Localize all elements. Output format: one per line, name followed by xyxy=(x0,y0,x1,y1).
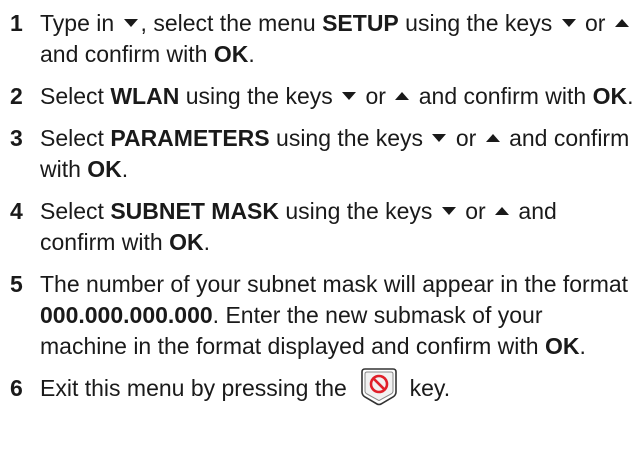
key-term: 000.000.000.000 xyxy=(40,302,213,328)
step-text-run: or xyxy=(578,10,612,36)
key-term: OK xyxy=(87,156,122,182)
step-item: 5 The number of your subnet mask will app… xyxy=(0,269,638,362)
step-text-run: Type in xyxy=(40,10,121,36)
step-text: Select PARAMETERS using the keys or and … xyxy=(40,125,629,182)
step-text-run: . xyxy=(579,333,586,359)
step-item: 1 Type in , select the menu SETUP using t… xyxy=(0,8,638,70)
up-arrow-icon xyxy=(614,18,629,27)
down-arrow-icon xyxy=(441,206,456,215)
key-term: OK xyxy=(544,333,580,359)
step-text-run: . xyxy=(203,229,210,255)
step-text-run: using the keys xyxy=(269,125,430,151)
step-text-run: using the keys xyxy=(398,10,559,36)
step-number: 2 xyxy=(10,83,23,109)
step-item: 4 Select SUBNET MASK using the keys or an… xyxy=(0,196,638,258)
step-number: 3 xyxy=(10,125,23,151)
step-text-run: using the keys xyxy=(179,83,340,109)
step-text-run: . xyxy=(121,156,129,182)
key-term: OK xyxy=(169,229,204,255)
step-text-run: using the keys xyxy=(279,198,439,224)
step-text-run: Select xyxy=(40,125,111,151)
step-text-run: or xyxy=(458,198,493,224)
step-number: 6 xyxy=(10,375,23,401)
step-text: Type in , select the menu SETUP using th… xyxy=(40,10,632,67)
down-arrow-icon xyxy=(342,91,357,100)
up-arrow-icon xyxy=(495,206,510,215)
step-text-run: or xyxy=(359,83,393,109)
step-item: 6 Exit this menu by pressing the key. xyxy=(0,368,638,406)
step-number: 4 xyxy=(10,198,23,224)
up-arrow-icon xyxy=(485,133,500,142)
down-arrow-icon xyxy=(432,133,447,142)
step-text: Exit this menu by pressing the key. xyxy=(40,368,451,406)
stop-key-icon xyxy=(359,366,399,406)
step-text: The number of your subnet mask will appe… xyxy=(40,271,628,359)
step-text-run: Select xyxy=(40,198,111,224)
down-arrow-icon xyxy=(123,18,138,27)
key-term: SETUP xyxy=(322,10,399,36)
step-text-run: , select the menu xyxy=(140,10,323,36)
step-text: Select SUBNET MASK using the keys or and… xyxy=(40,198,557,255)
step-text-run: Exit this menu by pressing the xyxy=(40,375,354,401)
step-text-run: and confirm with xyxy=(40,41,214,67)
step-item: 3 Select PARAMETERS using the keys or and… xyxy=(0,123,638,185)
up-arrow-icon xyxy=(395,91,410,100)
step-text-run: and confirm with xyxy=(412,83,593,109)
key-term: WLAN xyxy=(110,83,180,109)
step-text-run: . xyxy=(248,41,255,67)
step-list: 1 Type in , select the menu SETUP using t… xyxy=(0,8,638,417)
key-term: SUBNET MASK xyxy=(110,198,279,224)
step-number: 5 xyxy=(10,271,23,297)
step-text-run: Select xyxy=(40,83,111,109)
step-number: 1 xyxy=(10,10,23,36)
key-term: OK xyxy=(592,83,628,109)
step-text-run: or xyxy=(449,125,483,151)
key-term: PARAMETERS xyxy=(110,125,270,151)
down-arrow-icon xyxy=(561,18,576,27)
step-text-run: . xyxy=(627,83,634,109)
step-text: Select WLAN using the keys or and confir… xyxy=(40,83,634,109)
key-term: OK xyxy=(213,41,249,67)
step-item: 2 Select WLAN using the keys or and confi… xyxy=(0,81,638,112)
step-text-run: The number of your subnet mask will appe… xyxy=(40,271,629,297)
step-text-run: key. xyxy=(403,375,451,401)
